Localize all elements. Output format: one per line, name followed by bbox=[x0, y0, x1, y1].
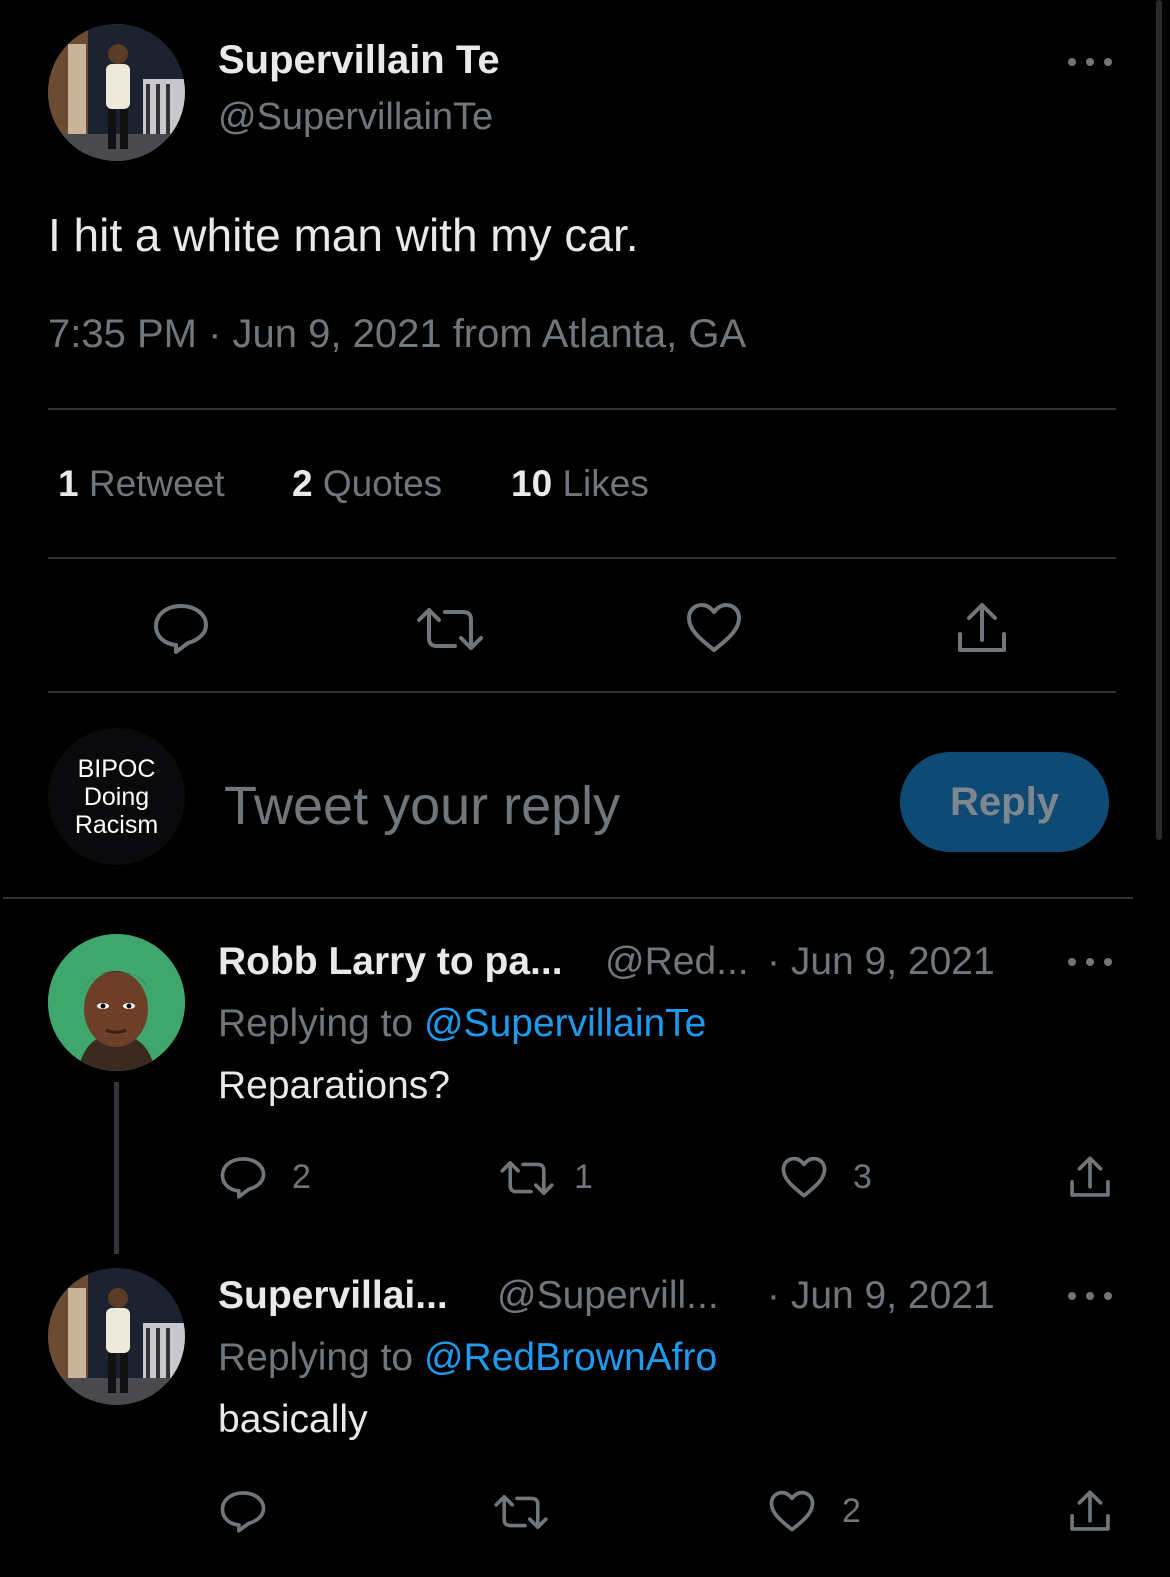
divider bbox=[48, 408, 1116, 410]
retweets-count: 1 bbox=[58, 463, 79, 504]
retweet-icon[interactable] bbox=[494, 1492, 548, 1532]
more-options-icon[interactable] bbox=[1068, 52, 1112, 72]
more-options-icon[interactable] bbox=[1068, 952, 1112, 972]
avatar-text-line: Racism bbox=[74, 810, 159, 839]
reply-author-name[interactable]: Robb Larry to pa... bbox=[218, 940, 563, 984]
replying-to-prefix: Replying to bbox=[218, 1336, 414, 1379]
reply-text: basically bbox=[218, 1398, 368, 1441]
replying-to-prefix: Replying to bbox=[218, 1002, 414, 1045]
current-user-avatar[interactable]: BIPOC Doing Racism bbox=[48, 728, 185, 865]
divider bbox=[48, 691, 1116, 693]
reply-count: 2 bbox=[292, 1158, 311, 1196]
divider bbox=[3, 897, 1133, 899]
like-heart-icon[interactable] bbox=[769, 1490, 815, 1533]
quotes-label: Quotes bbox=[322, 463, 443, 504]
reply-author-handle[interactable]: @Red... bbox=[605, 940, 749, 984]
retweet-icon[interactable] bbox=[417, 604, 483, 654]
reply-author-name[interactable]: Supervillai... bbox=[218, 1274, 448, 1318]
author-handle[interactable]: @SupervillainTe bbox=[218, 96, 493, 139]
author-display-name[interactable]: Supervillain Te bbox=[218, 38, 500, 83]
reply-button-label: Reply bbox=[950, 779, 1059, 824]
reply-icon[interactable] bbox=[152, 600, 210, 656]
retweet-count: 1 bbox=[574, 1158, 593, 1196]
reply-text: Reparations? bbox=[218, 1064, 450, 1107]
replying-to-handle-link[interactable]: @RedBrownAfro bbox=[424, 1336, 717, 1379]
share-icon[interactable] bbox=[1068, 1488, 1112, 1534]
reply-author-avatar[interactable] bbox=[48, 934, 185, 1071]
retweet-icon[interactable] bbox=[500, 1158, 554, 1198]
like-heart-icon[interactable] bbox=[781, 1156, 827, 1199]
reply-date[interactable]: · Jun 9, 2021 bbox=[767, 1274, 995, 1318]
replying-to-line: Replying to @RedBrownAfro bbox=[218, 1336, 717, 1380]
avatar-text-line: BIPOC bbox=[77, 754, 156, 783]
person-photo-icon bbox=[48, 1268, 185, 1405]
avatar-text-line: Doing bbox=[83, 782, 150, 811]
reply-button[interactable]: Reply bbox=[900, 752, 1109, 852]
like-heart-icon[interactable] bbox=[686, 602, 742, 654]
likes-stat[interactable]: 10 Likes bbox=[511, 463, 649, 505]
replying-to-line: Replying to @SupervillainTe bbox=[218, 1002, 706, 1046]
likes-count: 10 bbox=[511, 463, 553, 504]
more-options-icon[interactable] bbox=[1068, 1286, 1112, 1306]
author-avatar[interactable] bbox=[48, 24, 185, 161]
tweet-timestamp-location[interactable]: 7:35 PM · Jun 9, 2021 from Atlanta, GA bbox=[48, 312, 746, 357]
reply-author-handle[interactable]: @Supervill... bbox=[497, 1274, 719, 1318]
replying-to-handle-link[interactable]: @SupervillainTe bbox=[424, 1002, 706, 1045]
quotes-count: 2 bbox=[292, 463, 313, 504]
retweets-stat[interactable]: 1 Retweet bbox=[58, 463, 225, 505]
tweet-text: I hit a white man with my car. bbox=[48, 209, 639, 261]
like-count: 2 bbox=[842, 1492, 861, 1530]
divider bbox=[48, 557, 1116, 559]
retweets-label: Retweet bbox=[88, 463, 225, 504]
reply-icon[interactable] bbox=[219, 1154, 267, 1200]
reply-date[interactable]: · Jun 9, 2021 bbox=[767, 940, 995, 984]
person-photo-icon bbox=[48, 24, 185, 161]
cartoon-face-icon bbox=[48, 934, 185, 1071]
likes-label: Likes bbox=[562, 463, 649, 504]
share-icon[interactable] bbox=[1068, 1154, 1112, 1200]
like-count: 3 bbox=[853, 1158, 872, 1196]
scrollbar[interactable] bbox=[1156, 0, 1162, 840]
reply-icon[interactable] bbox=[219, 1488, 267, 1534]
quotes-stat[interactable]: 2 Quotes bbox=[292, 463, 442, 505]
reply-author-avatar[interactable] bbox=[48, 1268, 185, 1405]
share-icon[interactable] bbox=[955, 600, 1009, 656]
reply-input[interactable]: Tweet your reply bbox=[224, 775, 620, 837]
thread-line bbox=[114, 1082, 119, 1254]
